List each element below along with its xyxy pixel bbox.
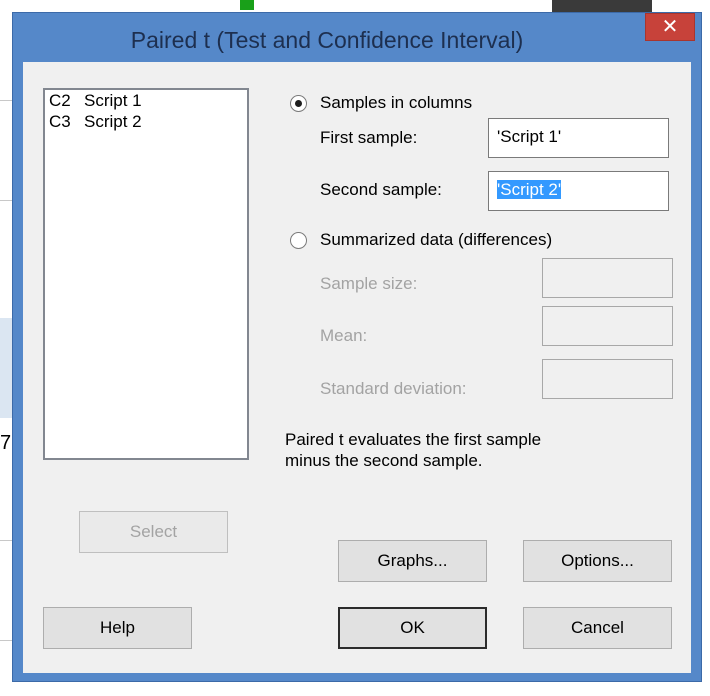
mean-label: Mean: <box>320 326 368 345</box>
ok-button[interactable]: OK <box>338 607 487 649</box>
background-digit: 7 <box>0 432 12 454</box>
first-sample-value: 'Script 1' <box>497 127 562 146</box>
sample-size-field[interactable] <box>542 258 673 298</box>
samples-in-columns-label: Samples in columns <box>320 93 473 112</box>
summarized-data-radio[interactable] <box>290 232 307 249</box>
close-icon: ✕ <box>661 16 679 38</box>
selected-cell <box>0 318 12 418</box>
std-dev-field[interactable] <box>542 359 673 399</box>
close-button[interactable]: ✕ <box>645 13 695 41</box>
samples-in-columns-radio[interactable] <box>290 95 307 112</box>
variable-list[interactable]: C2 Script 1 C3 Script 2 <box>43 88 249 460</box>
variable-row[interactable]: C2 Script 1 <box>45 90 247 111</box>
help-button[interactable]: Help <box>43 607 192 649</box>
background-window-strip <box>12 0 710 12</box>
note-line-2: minus the second sample. <box>285 451 483 470</box>
options-button[interactable]: Options... <box>523 540 672 582</box>
grid-line <box>0 640 12 641</box>
grid-line <box>0 540 12 541</box>
mean-field[interactable] <box>542 306 673 346</box>
second-sample-field[interactable]: 'Script 2' <box>488 171 669 211</box>
select-button[interactable]: Select <box>79 511 228 553</box>
graphs-button[interactable]: Graphs... <box>338 540 487 582</box>
background-dark-toolbar <box>552 0 652 12</box>
column-id: C2 <box>49 91 71 110</box>
variable-row[interactable]: C3 Script 2 <box>45 111 247 132</box>
background-spreadsheet-edge: 7 <box>0 0 12 696</box>
grid-line <box>0 200 12 201</box>
first-sample-field[interactable]: 'Script 1' <box>488 118 669 158</box>
dialog-body: C2 Script 1 C3 Script 2 Samples in colum… <box>23 62 691 673</box>
background-green-marker <box>240 0 254 10</box>
cancel-button[interactable]: Cancel <box>523 607 672 649</box>
column-name: Script 2 <box>84 112 142 131</box>
note-line-1: Paired t evaluates the first sample <box>285 430 542 449</box>
paired-t-dialog: Paired t (Test and Confidence Interval) … <box>12 12 702 682</box>
column-name: Script 1 <box>84 91 142 110</box>
summarized-data-label: Summarized data (differences) <box>320 230 553 249</box>
first-sample-label: First sample: <box>320 128 418 147</box>
second-sample-label: Second sample: <box>320 180 442 199</box>
sample-size-label: Sample size: <box>320 274 418 293</box>
second-sample-value: 'Script 2' <box>497 180 562 199</box>
grid-line <box>0 100 12 101</box>
dialog-title: Paired t (Test and Confidence Interval) <box>130 27 524 53</box>
column-id: C3 <box>49 112 71 131</box>
std-dev-label: Standard deviation: <box>320 379 467 398</box>
